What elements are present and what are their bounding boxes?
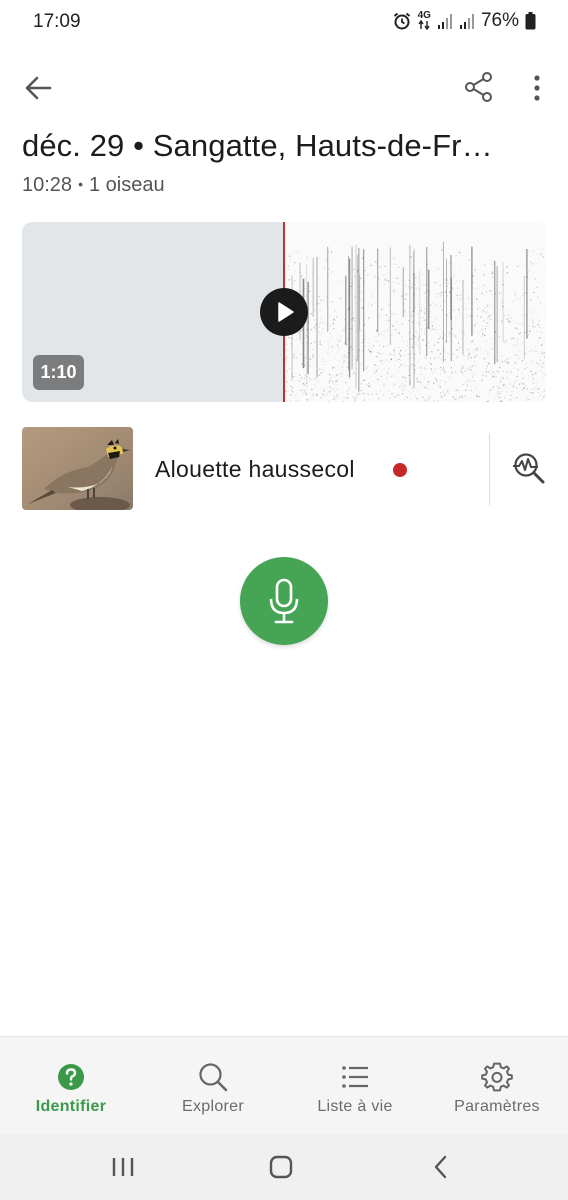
back-icon (434, 1155, 447, 1179)
list-icon (342, 1066, 368, 1088)
system-navigation-bar (0, 1134, 568, 1200)
spectrogram (284, 242, 546, 402)
alarm-icon (392, 11, 412, 31)
bird-photo (22, 427, 133, 510)
network-type-label: 4G (417, 10, 431, 21)
app-bar (0, 60, 568, 116)
home-icon (269, 1155, 293, 1179)
recording-subtitle: 10:28 • 1 oiseau (22, 174, 165, 197)
play-icon (278, 302, 294, 322)
nav-explorer[interactable]: Explorer (142, 1037, 284, 1135)
share-icon (465, 72, 492, 102)
species-status-dot (393, 463, 407, 477)
nav-label: Paramètres (454, 1098, 540, 1115)
arrow-back-icon (25, 76, 52, 100)
play-button[interactable] (260, 288, 308, 336)
share-button[interactable] (462, 70, 496, 104)
recording-player[interactable]: 1:10 (22, 222, 546, 402)
system-back-button[interactable] (426, 1154, 456, 1180)
nav-identifier[interactable]: Identifier (0, 1037, 142, 1135)
recording-time: 10:28 (22, 174, 73, 196)
battery-icon (525, 12, 536, 30)
record-button[interactable] (240, 557, 328, 645)
recent-apps-icon (112, 1158, 134, 1176)
help-circle-icon (58, 1064, 84, 1090)
nav-label: Explorer (182, 1098, 244, 1115)
recent-apps-button[interactable] (108, 1154, 138, 1180)
search-icon (199, 1063, 228, 1092)
duration-badge: 1:10 (33, 355, 84, 390)
nav-liste-a-vie[interactable]: Liste à vie (284, 1037, 426, 1135)
bottom-navigation: Identifier Explorer Liste à vie Paramètr… (0, 1036, 568, 1134)
nav-label: Liste à vie (317, 1098, 393, 1115)
battery-level: 76% (480, 10, 519, 31)
back-button[interactable] (22, 72, 56, 104)
subtitle-separator: • (78, 176, 83, 192)
status-bar: 17:09 4G 76% (0, 0, 568, 44)
bird-count: 1 oiseau (88, 174, 165, 196)
status-icons: 4G 76% (392, 10, 536, 32)
nav-parametres[interactable]: Paramètres (426, 1037, 568, 1135)
species-name: Alouette haussecol (155, 456, 355, 482)
nav-label: Identifier (35, 1098, 107, 1115)
home-button[interactable] (266, 1154, 296, 1180)
more-options-button[interactable] (526, 72, 548, 104)
analyze-button[interactable] (512, 451, 546, 485)
status-time: 17:09 (33, 11, 81, 32)
network-4g-icon: 4G (417, 10, 431, 30)
analyze-waveform-search-icon (513, 453, 545, 484)
species-list-item[interactable]: Alouette haussecol (22, 427, 546, 511)
divider (489, 433, 490, 505)
page-title: déc. 29 • Sangatte, Hauts-de-Fr… (22, 128, 493, 163)
gear-icon (481, 1062, 513, 1092)
mic-icon (269, 578, 299, 624)
signal-icon (459, 12, 475, 30)
more-vert-icon (534, 75, 540, 101)
signal-icon (437, 12, 453, 30)
